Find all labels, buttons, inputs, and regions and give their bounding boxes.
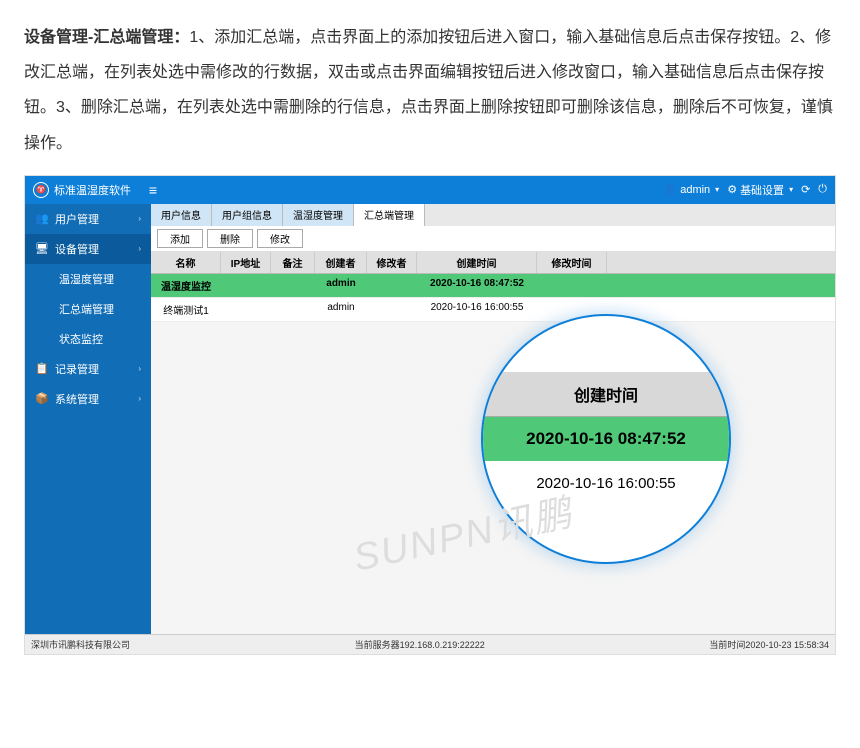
sidebar-item-1[interactable]: 🖥 设备管理 › (25, 234, 151, 264)
chevron-right-icon: › (138, 364, 141, 373)
sidebar: 👥 用户管理 › 🖥 设备管理 › 温湿度管理汇总端管理状态监控 📋 记录管理 › 📦 系统管理 › (25, 204, 151, 634)
column-header[interactable]: 修改时间 (537, 252, 607, 273)
zoom-header: 创建时间 (483, 372, 729, 417)
cell: 温湿度监控 (151, 274, 221, 297)
sidebar-item-6[interactable]: 📦 系统管理 › (25, 384, 151, 414)
column-header[interactable]: 备注 (271, 252, 315, 273)
cell: 2020-10-16 08:47:52 (417, 274, 537, 297)
tab-3[interactable]: 汇总端管理 (354, 204, 425, 226)
cell (367, 274, 417, 297)
app-logo: ♈ 标准温湿度软件 (25, 182, 139, 198)
cell: admin (315, 298, 367, 321)
chevron-right-icon: › (138, 214, 141, 223)
topbar: ♈ 标准温湿度软件 ≡ 👤 admin ⚙ 基础设置 ⟳ ⏻ (25, 176, 835, 204)
settings-menu[interactable]: ⚙ 基础设置 (727, 182, 793, 198)
column-header[interactable]: 名称 (151, 252, 221, 273)
cell: admin (315, 274, 367, 297)
delete-button[interactable]: 删除 (207, 229, 253, 248)
column-header[interactable]: IP地址 (221, 252, 271, 273)
tab-0[interactable]: 用户信息 (151, 204, 212, 226)
chevron-right-icon: › (138, 244, 141, 253)
sidebar-label: 用户管理 (55, 211, 99, 227)
toolbar: 添加 删除 修改 (151, 226, 835, 252)
statusbar: 深圳市讯鹏科技有限公司 当前服务器192.168.0.219:22222 当前时… (25, 634, 835, 654)
app-window: ♈ 标准温湿度软件 ≡ 👤 admin ⚙ 基础设置 ⟳ ⏻ 👥 用户管理 › 🖥 设备… (24, 175, 836, 655)
sidebar-item-2[interactable]: 温湿度管理 (25, 264, 151, 294)
edit-button[interactable]: 修改 (257, 229, 303, 248)
add-button[interactable]: 添加 (157, 229, 203, 248)
status-server: 当前服务器192.168.0.219:22222 (355, 638, 485, 651)
zoom-row: 2020-10-16 16:00:55 (483, 461, 729, 506)
doc-description: 设备管理-汇总端管理：1、添加汇总端，点击界面上的添加按钮后进入窗口，输入基础信… (0, 0, 860, 175)
sidebar-label: 系统管理 (55, 391, 99, 407)
data-grid: 名称IP地址备注创建者修改者创建时间修改时间 温湿度监控 admin 2020-10… (151, 252, 835, 322)
cell (221, 274, 271, 297)
logout-icon[interactable]: ⏻ (818, 183, 827, 196)
sidebar-label: 状态监控 (59, 331, 103, 347)
sidebar-item-3[interactable]: 汇总端管理 (25, 294, 151, 324)
user-menu[interactable]: 👤 admin (664, 183, 720, 196)
sidebar-label: 汇总端管理 (59, 301, 114, 317)
table-row[interactable]: 终端测试1 admin 2020-10-16 16:00:55 (151, 298, 835, 322)
cell (271, 274, 315, 297)
status-time: 当前时间2020-10-23 15:58:34 (709, 638, 829, 651)
doc-title: 设备管理-汇总端管理： (24, 29, 189, 46)
doc-body: 1、添加汇总端，点击界面上的添加按钮后进入窗口，输入基础信息后点击保存按钮。2、… (24, 29, 833, 152)
sidebar-item-4[interactable]: 状态监控 (25, 324, 151, 354)
zoom-lens: 创建时间 2020-10-16 08:47:52 2020-10-16 16:0… (481, 314, 731, 564)
refresh-icon[interactable]: ⟳ (801, 183, 810, 196)
chevron-right-icon: › (138, 394, 141, 403)
tab-1[interactable]: 用户组信息 (212, 204, 283, 226)
cell (221, 298, 271, 321)
cell: 终端测试1 (151, 298, 221, 321)
column-header[interactable]: 创建者 (315, 252, 367, 273)
cell (271, 298, 315, 321)
status-company: 深圳市讯鹏科技有限公司 (31, 638, 130, 651)
column-header[interactable]: 修改者 (367, 252, 417, 273)
menu-toggle-button[interactable]: ≡ (139, 182, 167, 198)
sidebar-icon: 👥 (35, 212, 47, 225)
sidebar-item-0[interactable]: 👥 用户管理 › (25, 204, 151, 234)
sidebar-icon: 📋 (35, 362, 47, 375)
zoom-selected-row: 2020-10-16 08:47:52 (483, 417, 729, 461)
sidebar-label: 设备管理 (55, 241, 99, 257)
logo-icon: ♈ (33, 182, 49, 198)
sidebar-label: 记录管理 (55, 361, 99, 377)
app-title: 标准温湿度软件 (54, 182, 131, 198)
cell: 2020-10-16 16:00:55 (417, 298, 537, 321)
sidebar-label: 温湿度管理 (59, 271, 114, 287)
tab-2[interactable]: 温湿度管理 (283, 204, 354, 226)
cell (537, 274, 607, 297)
sidebar-item-5[interactable]: 📋 记录管理 › (25, 354, 151, 384)
column-header[interactable]: 创建时间 (417, 252, 537, 273)
grid-header: 名称IP地址备注创建者修改者创建时间修改时间 (151, 252, 835, 274)
main-content: 用户信息用户组信息温湿度管理汇总端管理 添加 删除 修改 名称IP地址备注创建者… (151, 204, 835, 634)
sidebar-icon: 🖥 (35, 242, 47, 255)
tab-bar: 用户信息用户组信息温湿度管理汇总端管理 (151, 204, 835, 226)
sidebar-icon: 📦 (35, 392, 47, 405)
cell (367, 298, 417, 321)
table-row[interactable]: 温湿度监控 admin 2020-10-16 08:47:52 (151, 274, 835, 298)
